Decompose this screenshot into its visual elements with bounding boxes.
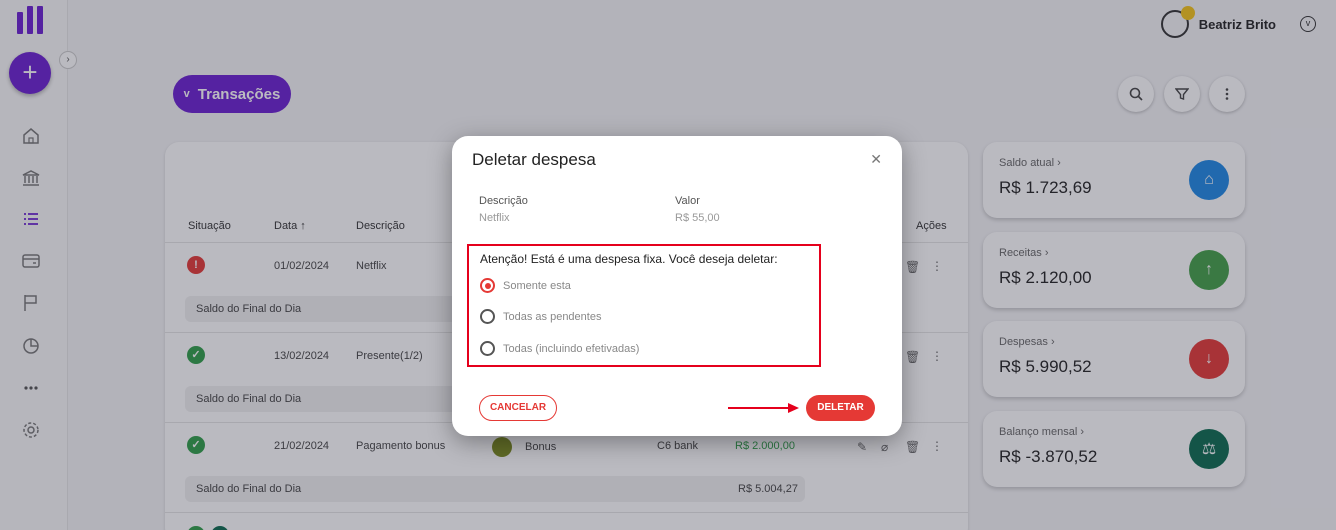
radio-todas-efetivadas[interactable]: Todas (incluindo efetivadas) xyxy=(480,341,639,356)
cancel-button[interactable]: CANCELAR xyxy=(479,395,557,421)
warning-text: Atenção! Está é uma despesa fixa. Você d… xyxy=(480,252,778,266)
radio-checked-icon[interactable] xyxy=(480,278,495,293)
close-icon[interactable]: ✕ xyxy=(870,151,882,168)
radio-todas-pendentes[interactable]: Todas as pendentes xyxy=(480,309,601,324)
delete-expense-dialog: Deletar despesa ✕ Descrição Netflix Valo… xyxy=(452,136,902,436)
delete-button[interactable]: DELETAR xyxy=(806,395,875,421)
descricao-value: Netflix xyxy=(479,212,510,224)
radio-unchecked-icon[interactable] xyxy=(480,341,495,356)
delete-scope-options: Atenção! Está é uma despesa fixa. Você d… xyxy=(467,244,821,367)
valor-label: Valor xyxy=(675,195,700,207)
radio-label: Todas (incluindo efetivadas) xyxy=(503,342,640,355)
modal-title: Deletar despesa xyxy=(472,150,596,169)
descricao-label: Descrição xyxy=(479,195,528,207)
arrow-right-icon xyxy=(728,403,799,413)
radio-label: Todas as pendentes xyxy=(503,310,602,323)
radio-somente-esta[interactable]: Somente esta xyxy=(480,278,571,293)
radio-label: Somente esta xyxy=(503,279,571,292)
valor-value: R$ 55,00 xyxy=(675,212,720,224)
radio-unchecked-icon[interactable] xyxy=(480,309,495,324)
